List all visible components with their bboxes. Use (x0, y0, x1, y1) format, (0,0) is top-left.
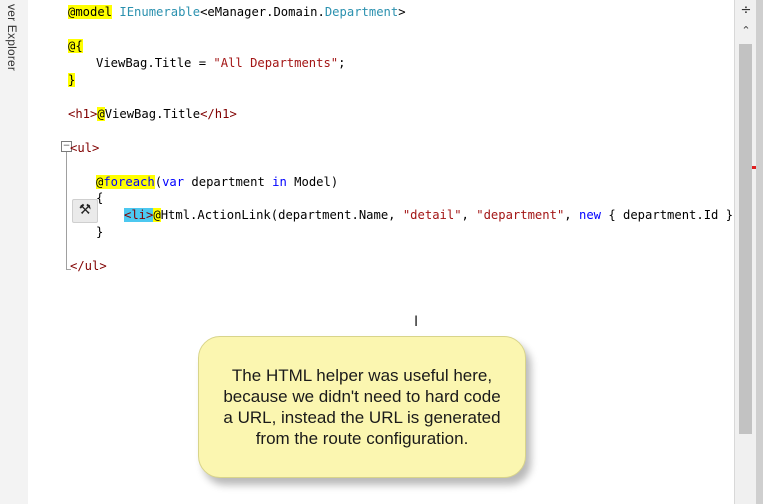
code-line-7: @foreach(var department in Model) (96, 175, 339, 189)
code-line-5: <h1>@ViewBag.Title</h1> (68, 107, 237, 121)
code-line-3: ViewBag.Title = "All Departments"; (96, 56, 346, 70)
annotation-callout: The HTML helper was useful here, because… (198, 336, 526, 478)
code-line-9: <li>@Html.ActionLink(department.Name, "d… (124, 208, 763, 222)
outline-guide-line (66, 152, 67, 270)
razor-model-directive: @model (68, 5, 113, 19)
code-line-1: @model IEnumerable<eManager.Domain.Depar… (68, 5, 406, 19)
split-view-icon[interactable]: ÷ (738, 3, 754, 19)
vertical-scrollbar[interactable]: ÷ ⌃ (734, 0, 757, 504)
code-line-11: </ul> (70, 259, 107, 273)
text-cursor-icon: I (414, 314, 419, 330)
callout-text: The HTML helper was useful here, because… (223, 366, 501, 448)
editor-gutter (28, 0, 48, 504)
hammer-icon[interactable]: ⚒ (72, 199, 98, 223)
chevron-up-icon[interactable]: ⌃ (738, 24, 754, 38)
code-line-2: @{ (68, 39, 83, 53)
code-line-10: } (96, 225, 104, 239)
scrollbar-thumb[interactable] (739, 44, 752, 434)
code-line-6: <ul> (70, 141, 100, 155)
code-line-4: } (68, 73, 76, 87)
solution-explorer-label[interactable]: ver Explorer (5, 4, 19, 71)
solution-explorer-collapsed-tab[interactable]: ver Explorer (0, 0, 29, 504)
window-border-right (756, 0, 763, 504)
li-tag-selected: <li> (124, 208, 154, 222)
